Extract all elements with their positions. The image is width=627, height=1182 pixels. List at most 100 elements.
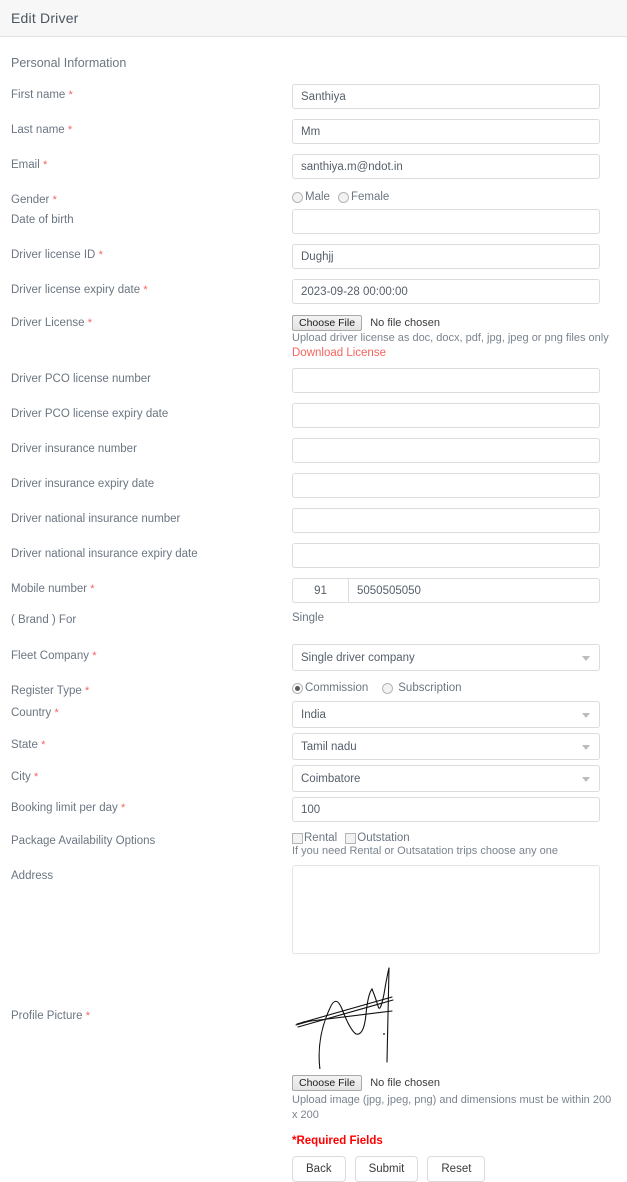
mobile-number-input[interactable] <box>348 578 600 603</box>
chevron-down-icon <box>582 712 590 718</box>
email-field[interactable] <box>292 154 600 179</box>
field-row-address: Address <box>11 865 613 954</box>
page-title: Edit Driver <box>11 10 79 26</box>
gender-option-male[interactable]: Male <box>292 191 330 203</box>
gender-option-female[interactable]: Female <box>337 191 389 203</box>
register-type-option-commission[interactable]: Commission <box>292 682 368 694</box>
required-star: * <box>92 650 97 662</box>
control-mobile-number: 91 <box>292 578 613 603</box>
label-text: Fleet Company <box>11 650 89 662</box>
label-booking-limit-per-day: Booking limit per day * <box>11 797 292 815</box>
label-email: Email * <box>11 154 292 172</box>
edit-driver-form: Personal Information First name * Last n… <box>0 56 627 1182</box>
label-brand-for: ( Brand ) For <box>11 614 77 626</box>
package-option-outstation-label: Outstation <box>357 832 410 844</box>
driver-national-insurance-number-input[interactable] <box>292 508 600 533</box>
address-textarea[interactable] <box>292 865 600 954</box>
required-star: * <box>52 194 57 206</box>
label-text: City <box>11 771 31 783</box>
control-date-of-birth <box>292 209 613 234</box>
state-select[interactable]: Tamil nadu <box>292 733 600 760</box>
required-star: * <box>143 284 148 296</box>
fleet-company-select[interactable]: Single driver company <box>292 644 600 671</box>
field-row-driver-license-id: Driver license ID * <box>11 244 613 269</box>
package-option-rental[interactable]: Rental <box>292 832 337 844</box>
driver-license-expiry-date-input[interactable] <box>292 279 600 304</box>
required-star: * <box>84 685 90 697</box>
field-row-driver-pco-license-expiry-date: Driver PCO license expiry date <box>11 403 613 428</box>
form-actions: Back Submit Reset <box>292 1156 613 1182</box>
label-register-type: Register Type * <box>11 680 292 698</box>
date-of-birth-input[interactable] <box>292 209 600 234</box>
download-license-link[interactable]: Download License <box>292 346 613 361</box>
label-profile-picture: Profile Picture * <box>11 964 292 1023</box>
field-row-driver-national-insurance-expiry-date: Driver national insurance expiry date <box>11 543 613 568</box>
register-type-commission-label: Commission <box>305 682 369 694</box>
first-name-input[interactable] <box>292 84 600 109</box>
mobile-number-group: 91 <box>292 578 600 603</box>
page-header: Edit Driver <box>0 0 627 37</box>
label-last-name: Last name * <box>11 119 292 137</box>
booking-limit-per-day-input[interactable] <box>292 797 600 822</box>
last-name-input[interactable] <box>292 119 600 144</box>
radio-icon[interactable] <box>337 191 349 203</box>
control-fleet-company: Single driver company <box>292 644 613 671</box>
control-register-type: Commission Subscription <box>292 680 613 694</box>
control-driver-license-upload: Choose File No file chosen Upload driver… <box>292 315 613 361</box>
control-address <box>292 865 613 954</box>
required-star: * <box>41 739 46 751</box>
profile-picture-choose-file-button[interactable]: Choose File <box>292 1075 363 1091</box>
package-option-outstation[interactable]: Outstation <box>345 832 410 844</box>
city-selected-value: Coimbatore <box>301 772 361 785</box>
radio-icon[interactable] <box>382 682 394 694</box>
required-star: * <box>68 89 73 101</box>
radio-icon[interactable] <box>292 682 303 694</box>
control-country: India <box>292 701 613 728</box>
label-text: Booking limit per day <box>11 802 118 814</box>
label-text: Register Type <box>11 685 82 697</box>
label-text: Mobile number <box>11 583 88 595</box>
city-select[interactable]: Coimbatore <box>292 765 600 792</box>
radio-icon[interactable] <box>292 191 303 203</box>
country-selected-value: India <box>301 708 326 721</box>
required-star: * <box>34 771 39 783</box>
control-driver-license-id <box>292 244 613 269</box>
label-text: Gender <box>11 194 50 206</box>
driver-license-choose-file-button[interactable]: Choose File <box>292 315 363 331</box>
control-package-availability-options: Rental Outstation If you need Rental or … <box>292 830 613 859</box>
label-driver-pco-license-number: Driver PCO license number <box>11 373 151 385</box>
label-state: State * <box>11 733 292 752</box>
label-first-name: First name * <box>11 84 292 102</box>
checkbox-icon[interactable] <box>345 832 357 844</box>
reset-button[interactable]: Reset <box>427 1156 486 1182</box>
section-title-personal-information: Personal Information <box>11 56 127 70</box>
field-row-driver-license-expiry-date: Driver license expiry date * <box>11 279 613 304</box>
chevron-down-icon <box>582 655 590 661</box>
driver-pco-license-expiry-date-input[interactable] <box>292 403 600 428</box>
chevron-down-icon <box>582 744 590 750</box>
profile-picture-preview <box>295 967 394 1069</box>
checkbox-icon[interactable] <box>292 832 303 844</box>
driver-pco-license-number-input[interactable] <box>292 368 600 393</box>
label-driver-pco-license-expiry-date: Driver PCO license expiry date <box>11 408 169 420</box>
driver-license-id-input[interactable] <box>292 244 600 269</box>
label-driver-national-insurance-expiry-date: Driver national insurance expiry date <box>11 548 198 560</box>
country-select[interactable]: India <box>292 701 600 728</box>
profile-picture-hint: Upload image (jpg, jpeg, png) and dimens… <box>292 1094 612 1121</box>
field-row-driver-national-insurance-number: Driver national insurance number <box>11 508 613 533</box>
back-button[interactable]: Back <box>292 1156 346 1182</box>
country-code-field[interactable]: 91 <box>292 578 348 603</box>
driver-national-insurance-expiry-date-input[interactable] <box>292 543 600 568</box>
required-star: * <box>54 707 59 719</box>
driver-insurance-number-input[interactable] <box>292 438 600 463</box>
field-row-date-of-birth: Date of birth <box>11 209 613 234</box>
field-row-driver-insurance-number: Driver insurance number <box>11 438 613 463</box>
register-type-option-subscription[interactable]: Subscription <box>382 682 462 694</box>
gender-male-label: Male <box>305 191 330 203</box>
submit-button[interactable]: Submit <box>354 1156 419 1182</box>
driver-insurance-expiry-date-input[interactable] <box>292 473 600 498</box>
fleet-company-selected-value: Single driver company <box>301 651 415 664</box>
package-option-rental-label: Rental <box>304 832 338 844</box>
field-row-gender: Gender * Male Female <box>11 189 613 207</box>
field-row-driver-pco-license-number: Driver PCO license number <box>11 368 613 393</box>
